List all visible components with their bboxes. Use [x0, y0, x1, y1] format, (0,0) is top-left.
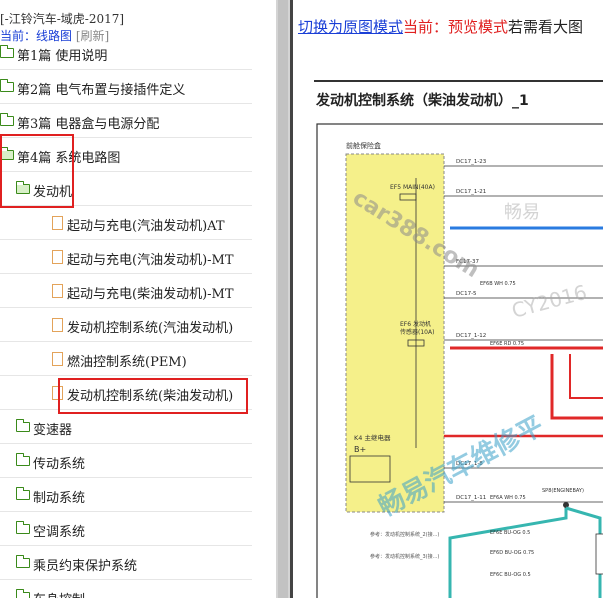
tree-item-label: 第3篇 电器盒与电源分配 — [17, 117, 160, 132]
preview-panel: 切换为原图模式当前：预览模式若需看大图 发动机控制系统（柴油发动机）_1 前舱保… — [290, 0, 603, 598]
highlight-box-selected — [58, 378, 248, 414]
folder-icon — [16, 555, 30, 568]
breadcrumb-path: [-江铃汽车-域虎-2017] — [0, 12, 125, 26]
mode-label: 当前：预览模式 — [403, 18, 509, 36]
tree-item-label: 乘员约束保护系统 — [33, 559, 138, 574]
folder-icon — [0, 79, 14, 92]
mode-bar: 切换为原图模式当前：预览模式若需看大图 — [298, 16, 583, 37]
tree-item-label: 车身控制 — [33, 589, 85, 598]
diagram-rule — [314, 80, 603, 82]
tree-item[interactable]: 第1篇 使用说明 — [0, 37, 252, 70]
folder-icon — [16, 589, 30, 598]
tree-item[interactable]: 第2篇 电气布置与接插件定义 — [0, 71, 252, 104]
tree-item[interactable]: 发动机控制系统(汽油发动机) — [0, 309, 252, 342]
folder-icon — [16, 419, 30, 432]
b-plus-label: B+ — [354, 445, 366, 454]
tree-item-label: 变速器 — [33, 423, 73, 438]
document-icon — [52, 250, 63, 264]
folder-icon — [16, 453, 30, 466]
wire-label: DC17_1-21 — [456, 189, 486, 195]
diagram-title: 发动机控制系统（柴油发动机）_1 — [316, 93, 529, 109]
wire-label: EF6D BU-OG 0.75 — [490, 550, 534, 556]
document-icon — [52, 352, 63, 366]
wire-label: DC17_1-23 — [456, 159, 487, 165]
wire-label: EF6C BU-OG 0.5 — [490, 572, 531, 578]
tree-item[interactable]: 制动系统 — [0, 479, 252, 512]
fuse-box-label: 前舱保险盒 — [346, 141, 381, 150]
document-icon — [52, 318, 63, 332]
tree-item-label: 空调系统 — [33, 525, 86, 540]
fuse-ef6-sub-label: 传感器(10A) — [400, 328, 434, 336]
relay-label: K4 主继电器 — [354, 433, 391, 442]
tree-item-label: 起动与充电(汽油发动机)-MT — [67, 253, 234, 268]
wire-label: SP8(ENGINEBAY) — [542, 488, 584, 494]
tree-item-label: 燃油控制系统(PEM) — [67, 355, 187, 370]
wire-label: DC17_1-11 — [456, 495, 486, 501]
diagram-note: 参考：发动机控制系统_2(接...) — [370, 531, 439, 538]
tree-item[interactable]: 乘员约束保护系统 — [0, 547, 252, 580]
wire-label: EF6E RD 0.75 — [490, 341, 524, 347]
connector-block — [595, 533, 603, 575]
wire-label: DC17-5 — [456, 291, 477, 297]
tree-scrollbar[interactable] — [276, 0, 290, 598]
tree-panel: [-江铃汽车-域虎-2017] 当前：线路图 [刷新] 第1篇 使用说明 第2篇 … — [0, 0, 276, 598]
document-icon — [52, 216, 63, 230]
fuse-ef6-label: EF6 发动机 — [400, 320, 431, 328]
tree-item[interactable]: 传动系统 — [0, 445, 252, 478]
folder-icon — [0, 45, 14, 58]
wire-label: EF6E BU-OG 0.5 — [490, 530, 530, 536]
tree-item-label: 发动机控制系统(汽油发动机) — [67, 321, 234, 336]
fuse-ef5-label: EF5 MAIN(40A) — [390, 184, 435, 191]
tree-item[interactable]: 空调系统 — [0, 513, 252, 546]
wire-label: EF6A WH 0.75 — [490, 495, 526, 501]
highlight-box-section — [0, 134, 74, 208]
folder-icon — [0, 113, 14, 126]
switch-original-link[interactable]: 切换为原图模式 — [298, 18, 403, 36]
wire-label: DC17_1-12 — [456, 333, 486, 339]
tree-item[interactable]: 起动与充电(汽油发动机)AT — [0, 207, 252, 240]
tree-item-label: 第1篇 使用说明 — [17, 49, 108, 64]
tree-item[interactable]: 起动与充电(柴油发动机)-MT — [0, 275, 252, 308]
tree-item[interactable]: 起动与充电(汽油发动机)-MT — [0, 241, 252, 274]
tree-item-label: 起动与充电(柴油发动机)-MT — [67, 287, 234, 302]
tree-item-label: 制动系统 — [33, 491, 86, 506]
tree-item[interactable]: 车身控制 — [0, 581, 252, 598]
wiring-diagram[interactable]: 前舱保险盒 EF5 MAIN(40A) EF6 发动机 传感器(10A) K4 … — [290, 118, 603, 598]
folder-icon — [16, 521, 30, 534]
wire-label: EF6B WH 0.75 — [480, 281, 516, 287]
folder-icon — [16, 487, 30, 500]
tree-item-label: 起动与充电(汽油发动机)AT — [67, 219, 225, 234]
tree-item-label: 第2篇 电气布置与接插件定义 — [17, 83, 186, 98]
hint-text: 若需看大图 — [508, 18, 584, 36]
diagram-note: 参考：发动机控制系统_3(接...) — [370, 553, 439, 560]
scrollbar-thumb[interactable] — [278, 0, 288, 598]
document-icon — [52, 284, 63, 298]
tree-item[interactable]: 燃油控制系统(PEM) — [0, 343, 252, 376]
watermark: 畅易 — [504, 202, 540, 223]
tree-item-label: 传动系统 — [33, 457, 86, 472]
tree-item[interactable]: 变速器 — [0, 411, 252, 444]
